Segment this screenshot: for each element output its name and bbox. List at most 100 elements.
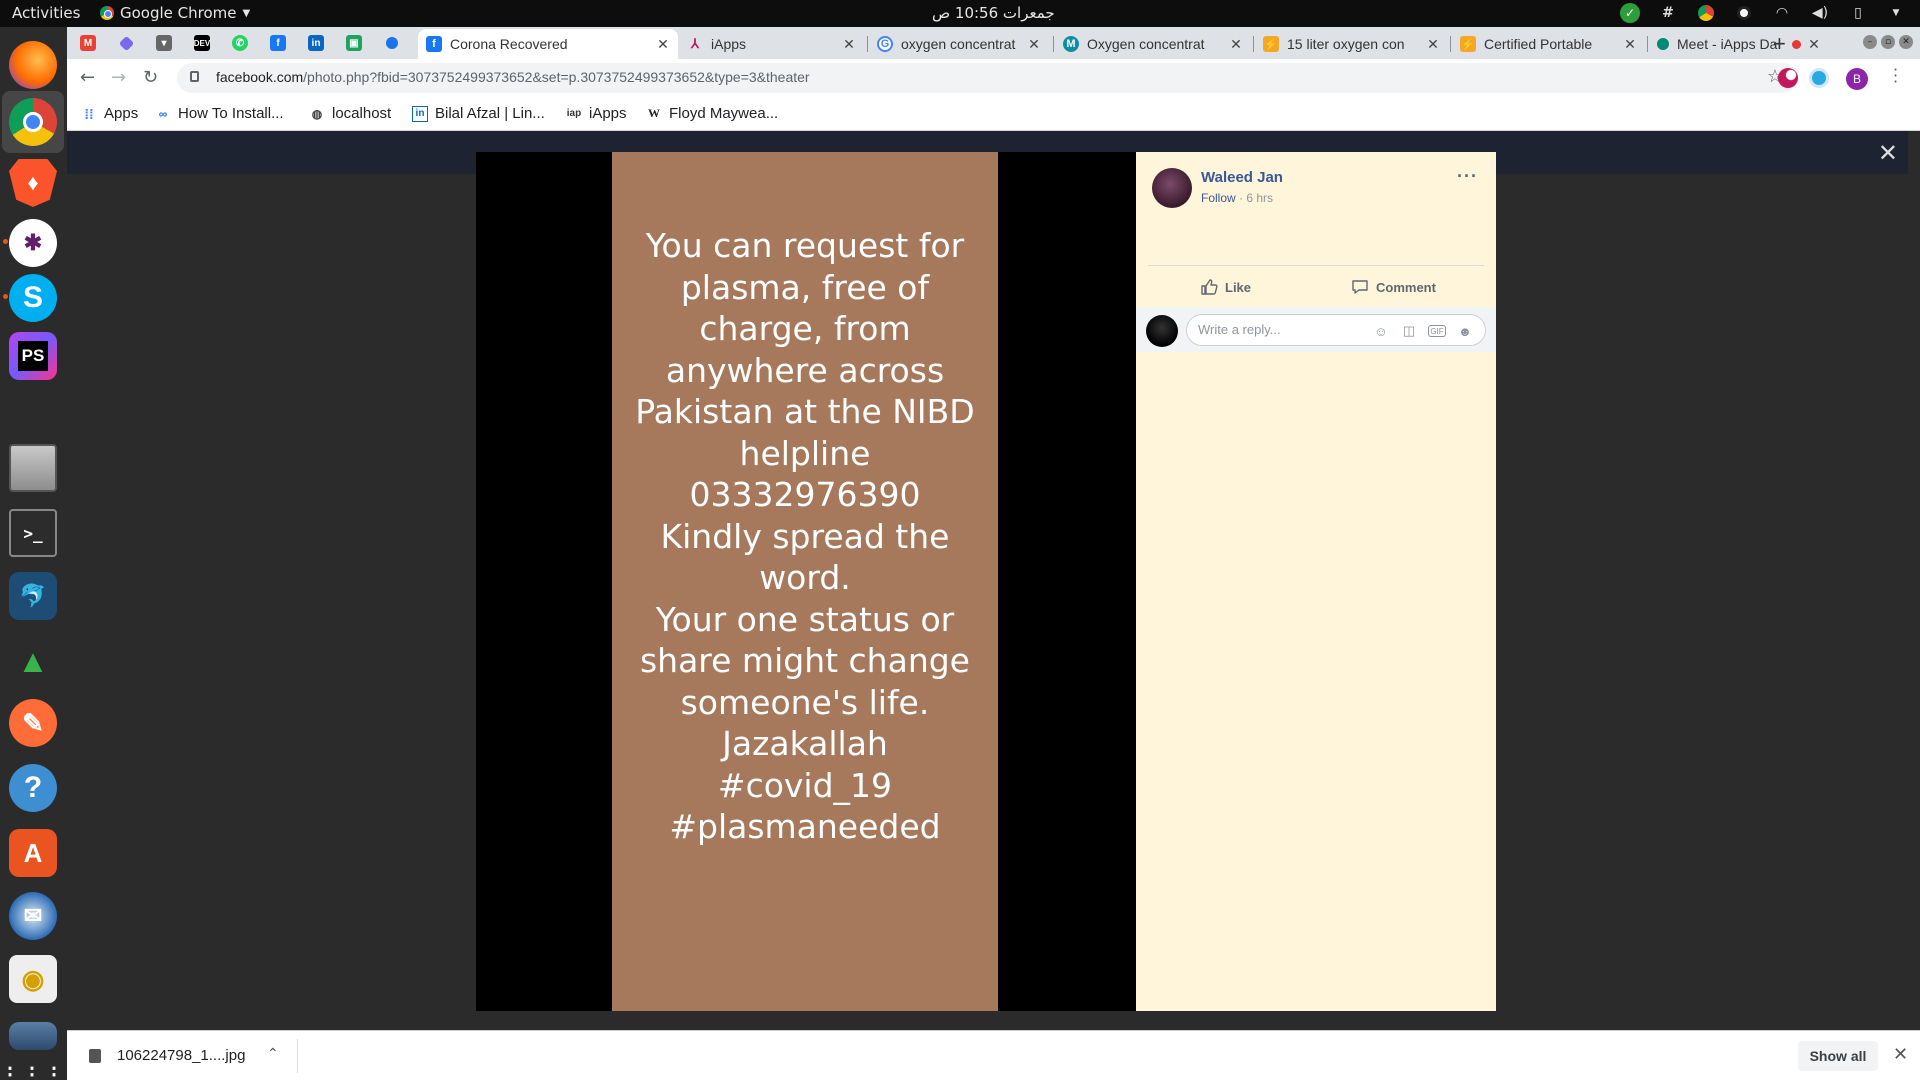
app-menu[interactable]: Google Chrome ▼ [100, 4, 250, 22]
skype-icon[interactable]: S [9, 274, 57, 322]
emoji-icon[interactable]: ☺ [1372, 322, 1390, 340]
new-tab-button[interactable]: + [1773, 31, 1786, 57]
close-window-button[interactable]: ✕ [1899, 35, 1913, 49]
clock[interactable]: جمعرات 10:56 ص [932, 4, 1055, 22]
shield-check-icon[interactable]: ✓ [1620, 3, 1640, 23]
bookmark-apps[interactable]: ⁞⁞ Apps [81, 105, 138, 122]
photo-text: You can request for plasma, free of char… [635, 226, 975, 847]
terminal-icon[interactable]: >_ [9, 509, 57, 557]
firefox-icon[interactable] [9, 41, 57, 89]
chrome-icon[interactable] [9, 98, 57, 146]
pinned-tab-clickup[interactable] [107, 27, 145, 59]
follow-link[interactable]: Follow [1201, 191, 1236, 205]
reload-button[interactable]: ↻ [143, 67, 158, 88]
pinned-tab-linkedin[interactable]: in [297, 27, 335, 59]
dark-reader-icon[interactable] [1778, 68, 1798, 88]
gif-icon[interactable]: GIF [1428, 325, 1446, 337]
pinned-tab-gmail[interactable]: M [69, 27, 107, 59]
page-scrollbar[interactable] [1908, 131, 1920, 1030]
phpstorm-icon[interactable]: PS [9, 332, 57, 380]
bookmark-bilal-afzal[interactable]: in Bilal Afzal | Lin... [412, 105, 545, 122]
post-time[interactable]: 6 hrs [1246, 191, 1273, 205]
postman-icon[interactable]: ✎ [9, 699, 57, 747]
record-tray-icon[interactable] [1734, 3, 1754, 23]
chevron-up-icon[interactable]: ⌃ [267, 1045, 279, 1062]
maximize-button[interactable]: ▫ [1881, 35, 1895, 49]
reply-input-box[interactable]: ☺ ◫ GIF ☻ [1186, 314, 1486, 346]
sticker-icon[interactable]: ☻ [1456, 322, 1474, 340]
chevron-down-icon[interactable]: ▼ [1886, 3, 1906, 23]
divider [297, 1039, 298, 1073]
chrome-icon [100, 6, 114, 20]
removable-drive-icon[interactable] [9, 1022, 57, 1050]
close-icon[interactable]: ✕ [1426, 36, 1440, 53]
show-apps-icon[interactable]: ⋮⋮⋮ [0, 1051, 64, 1080]
tab-separator [1053, 36, 1054, 52]
pinned-tab-facebook[interactable]: f [259, 27, 297, 59]
slack-icon[interactable]: ✱ [9, 219, 57, 267]
close-icon[interactable]: ✕ [1893, 1044, 1908, 1065]
bookmark-localhost[interactable]: ◍ localhost [309, 105, 391, 122]
bookmark-iapps[interactable]: iap iApps [566, 105, 627, 122]
chrome-menu-icon[interactable]: · · · [1893, 62, 1898, 90]
activities-button[interactable]: Activities [12, 4, 80, 22]
software-center-icon[interactable]: A [9, 829, 57, 877]
help-icon[interactable]: ? [9, 764, 57, 812]
pinned-tab-pocket[interactable]: ▾ [145, 27, 183, 59]
reply-input[interactable] [1198, 322, 1368, 337]
rhythmbox-icon[interactable]: ◉ [9, 955, 57, 1003]
extension-icon[interactable] [1809, 68, 1829, 88]
tab-oxygen-concentrat-google[interactable]: G oxygen concentrat ✕ [869, 29, 1049, 59]
close-theater-icon[interactable]: ✕ [1878, 139, 1898, 167]
brave-icon[interactable]: ♦ [9, 159, 57, 207]
mysql-workbench-icon[interactable]: 🐬 [9, 572, 57, 620]
dev-icon: DEV [194, 35, 210, 51]
close-icon[interactable]: ✕ [656, 36, 670, 53]
facebook-icon: f [270, 35, 286, 51]
download-file-name[interactable]: 106224798_1....jpg [117, 1047, 245, 1064]
more-options-icon[interactable]: ··· [1457, 166, 1478, 187]
pinned-tab-whatsapp[interactable]: ✆ [221, 27, 259, 59]
close-icon[interactable]: ✕ [842, 36, 856, 53]
files-icon[interactable] [9, 444, 57, 492]
tab-meet-iapps[interactable]: Meet - iApps Da ✕ [1649, 29, 1829, 59]
wikipedia-icon: W [648, 106, 660, 120]
globe-icon: ◍ [311, 106, 323, 121]
wifi-icon[interactable]: ◠ [1772, 3, 1792, 23]
author-name[interactable]: Waleed Jan [1201, 169, 1283, 186]
post-photo[interactable]: You can request for plasma, free of char… [612, 152, 998, 1011]
tab-iapps[interactable]: ⅄ iApps ✕ [679, 29, 864, 59]
volume-icon[interactable]: ◀) [1810, 3, 1830, 23]
battery-icon[interactable]: ▯ [1848, 3, 1868, 23]
tab-oxygen-concentrat-m[interactable]: M Oxygen concentrat ✕ [1055, 29, 1251, 59]
bookmark-label: Apps [104, 105, 139, 122]
pinned-tab-blue[interactable] [373, 27, 411, 59]
slack-tray-icon[interactable]: # [1658, 3, 1678, 23]
like-label: Like [1225, 279, 1252, 295]
profile-avatar[interactable]: B [1846, 68, 1868, 90]
chrome-tray-icon[interactable] [1696, 3, 1716, 23]
close-icon[interactable]: ✕ [1807, 36, 1821, 53]
tab-corona-recovered[interactable]: f Corona Recovered ✕ [418, 29, 678, 59]
close-icon[interactable]: ✕ [1229, 36, 1243, 53]
author-avatar[interactable] [1152, 168, 1192, 208]
pinned-tab-sheets[interactable]: ▣ [335, 27, 373, 59]
close-icon[interactable]: ✕ [1027, 36, 1041, 53]
show-all-button[interactable]: Show all [1798, 1041, 1878, 1071]
tab-certified-portable[interactable]: ⚡ Certified Portable ✕ [1452, 29, 1645, 59]
minimize-button[interactable]: – [1863, 35, 1877, 49]
pinned-tab-dev[interactable]: DEV [183, 27, 221, 59]
back-button[interactable]: ← [80, 67, 95, 88]
comment-button[interactable]: Comment [1351, 278, 1436, 296]
close-icon[interactable]: ✕ [1623, 36, 1637, 53]
forward-button[interactable]: → [111, 67, 126, 88]
like-button[interactable]: Like [1200, 278, 1251, 296]
bookmark-floyd-maywea[interactable]: W Floyd Maywea... [646, 105, 778, 122]
tab-15-liter-oxygen[interactable]: ⚡ 15 liter oxygen con ✕ [1255, 29, 1448, 59]
url-text[interactable]: facebook.com/photo.php?fbid=307375249937… [216, 69, 810, 85]
address-bar[interactable]: facebook.com/photo.php?fbid=307375249937… [177, 63, 1797, 93]
rocket-icon[interactable]: ▲ [9, 637, 57, 685]
bookmark-how-to-install[interactable]: ∞ How To Install... [155, 105, 284, 122]
thunderbird-icon[interactable]: ✉ [9, 892, 57, 940]
camera-icon[interactable]: ◫ [1400, 322, 1418, 340]
